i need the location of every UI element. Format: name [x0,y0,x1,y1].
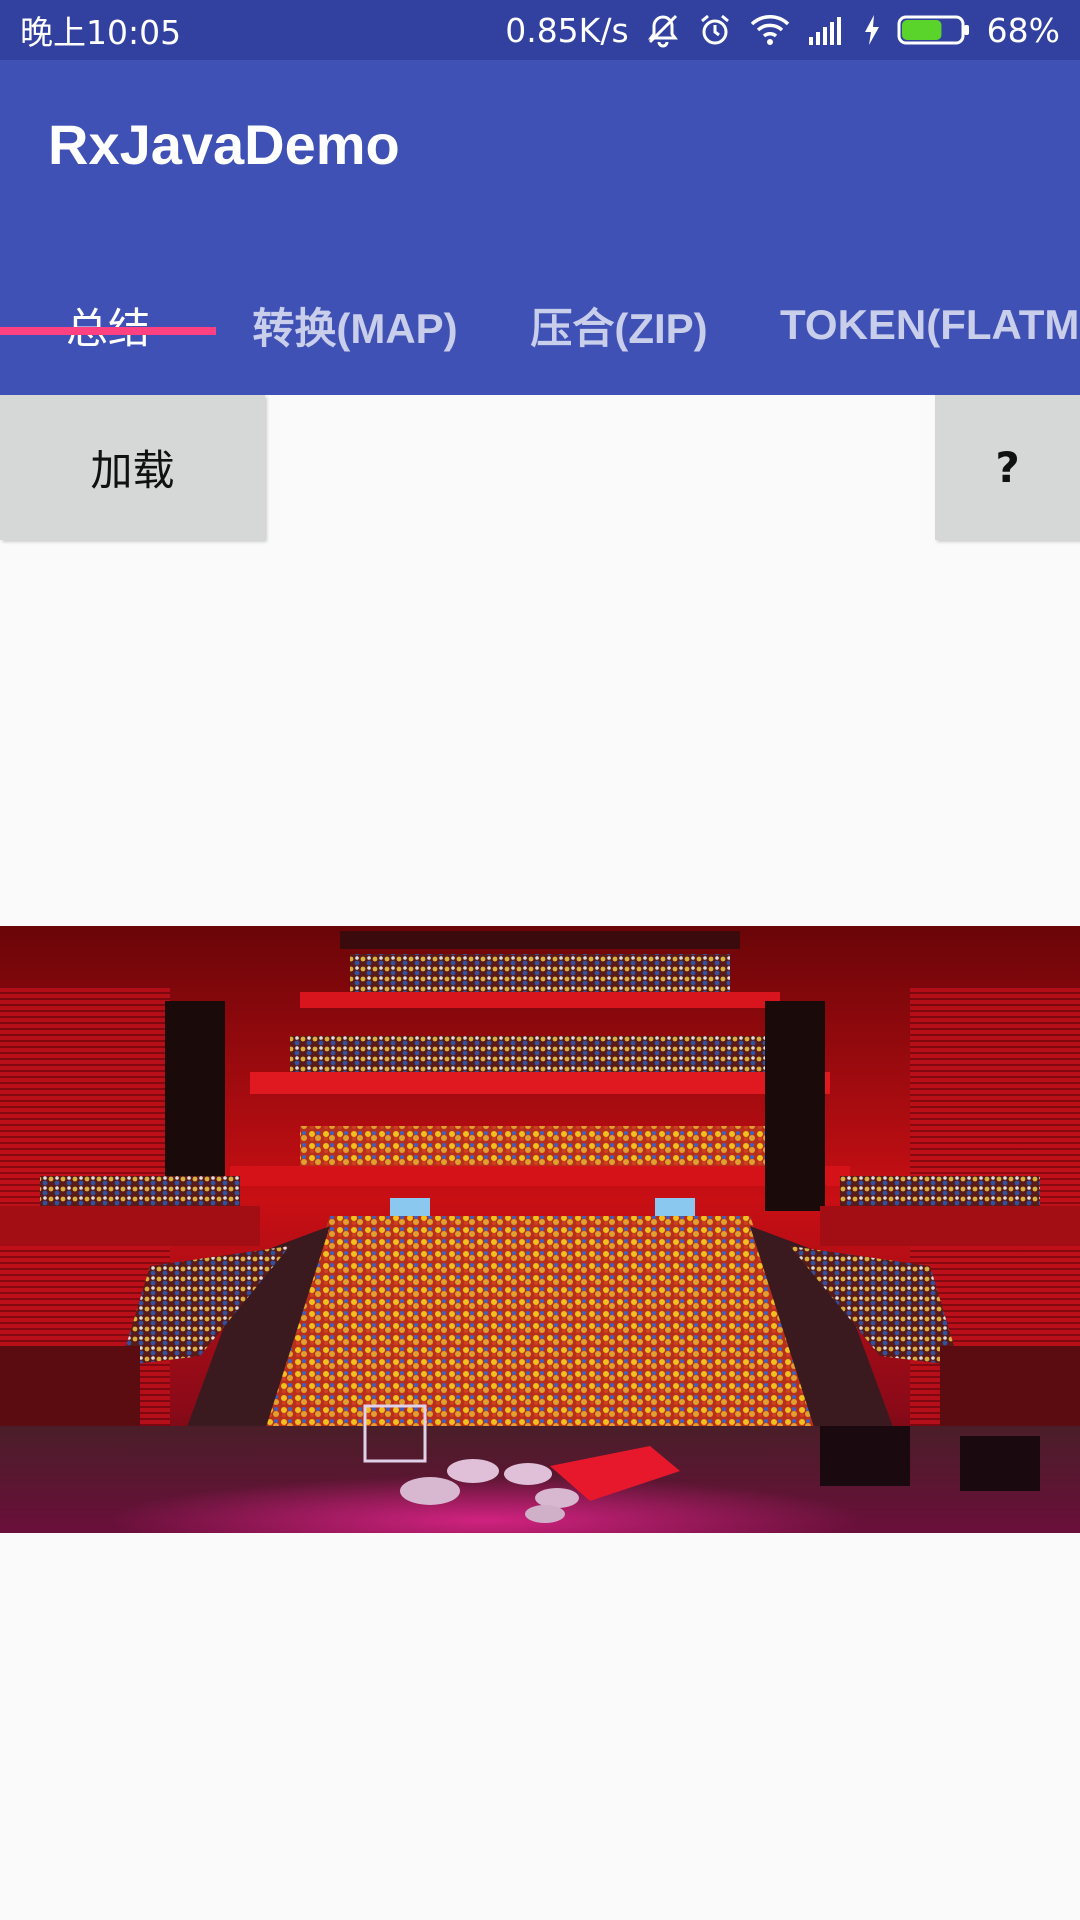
load-button[interactable]: 加载 [0,395,265,540]
tab-zip[interactable]: 压合(ZIP) [494,255,744,395]
tab-strip[interactable]: 总结 转换(MAP) 压合(ZIP) TOKEN(FLATMAP) [0,255,1080,395]
alarm-icon [697,12,733,48]
battery-percent: 68% [986,10,1060,50]
tab-map[interactable]: 转换(MAP) [216,255,494,395]
battery-icon [897,15,971,45]
concert-hall-photo [0,926,1080,1533]
tab-summary[interactable]: 总结 [0,255,216,395]
app-bar: RxJavaDemo 总结 转换(MAP) 压合(ZIP) TOKEN(FLAT… [0,60,1080,395]
help-button[interactable]: ? [935,395,1080,540]
charging-icon [863,14,881,46]
signal-icon [807,15,847,45]
mute-vibrate-icon [645,12,681,48]
status-bar: 晚上10:05 0.85K/s 68% [0,0,1080,60]
tab-token-flatmap[interactable]: TOKEN(FLATMAP) [744,255,1080,395]
app-title: RxJavaDemo [48,113,400,176]
net-speed: 0.85K/s [505,10,629,50]
status-icons: 0.85K/s 68% [505,11,1060,50]
loaded-image [0,926,1080,1533]
wifi-icon [749,12,791,48]
action-row: 加载 ? [0,395,1080,540]
status-time: 晚上10:05 [20,13,182,52]
tab-indicator [0,327,216,335]
